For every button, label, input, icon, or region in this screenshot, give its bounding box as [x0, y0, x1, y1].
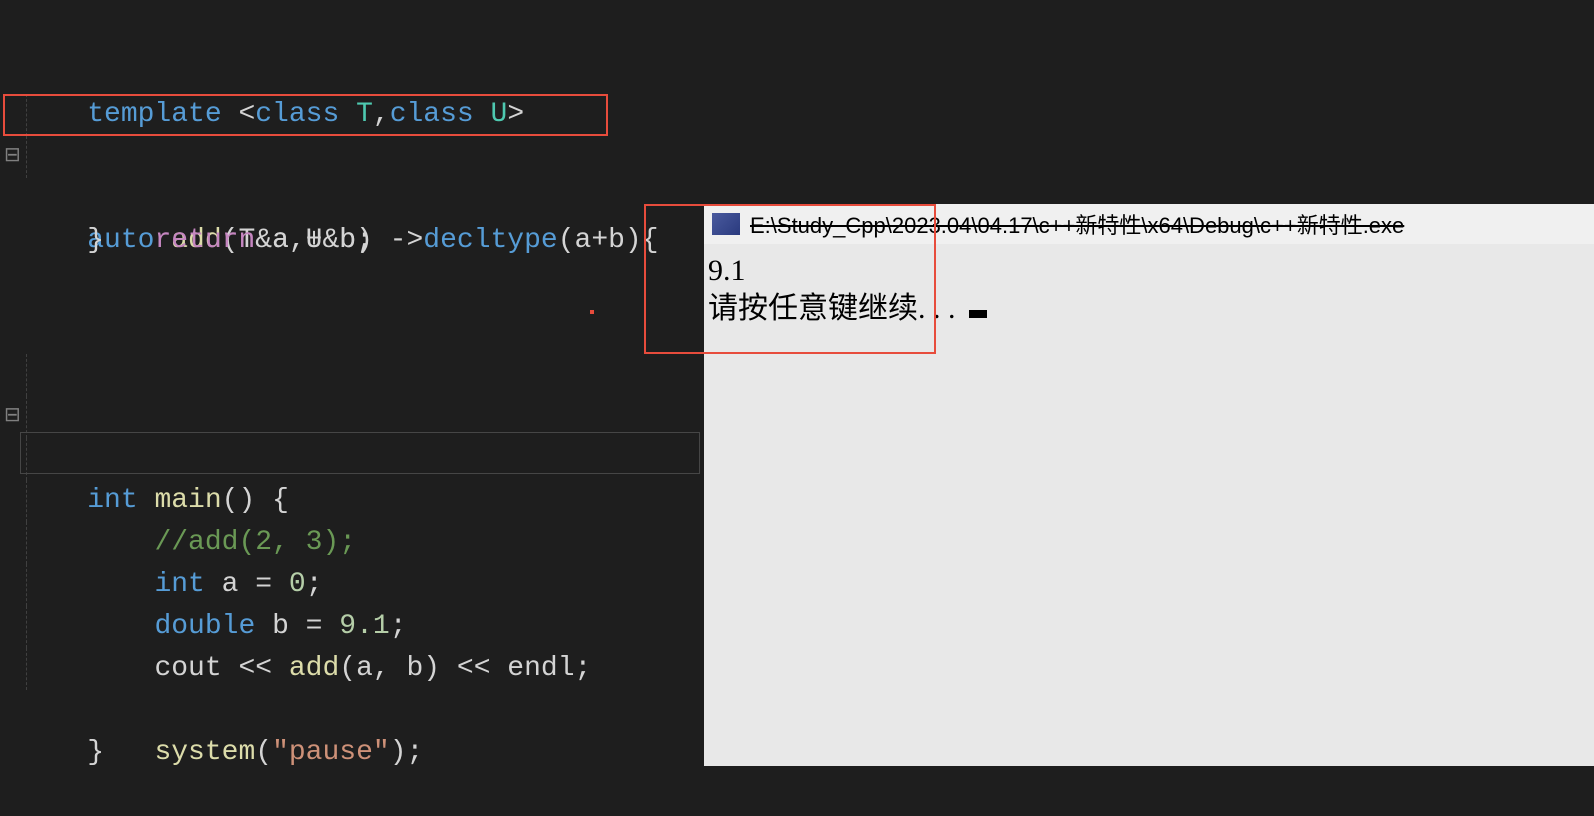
console-cursor [969, 310, 987, 318]
indent-guide [26, 564, 27, 606]
indent-guide [26, 396, 27, 438]
code-line[interactable]: template <class T,class U> [0, 52, 1594, 94]
console-window[interactable]: E:\Study_Cpp\2023.04\04.17\c++新特性\x64\De… [704, 204, 1594, 766]
console-output: 9.1 请按任意键继续. . . [704, 244, 1594, 336]
console-output-line: 9.1 [708, 252, 1590, 290]
function-call: system [154, 737, 255, 768]
code-text: ); [390, 737, 424, 768]
indent-guide [26, 136, 27, 178]
console-titlebar[interactable]: E:\Study_Cpp\2023.04\04.17\c++新特性\x64\De… [704, 204, 1594, 244]
annotation-dot [590, 310, 594, 314]
console-output-line: 请按任意键继续. . . [708, 290, 1590, 328]
paren: ( [255, 737, 272, 768]
indent-guide [26, 480, 27, 522]
indent-guide [26, 354, 27, 396]
indent-guide [26, 522, 27, 564]
console-app-icon [712, 213, 740, 235]
indent-guide [26, 648, 27, 690]
indent-guide [26, 94, 27, 136]
code-line[interactable]: ⊟ auto add(T&a,U&b) ->decltype(a+b){ [0, 94, 1594, 136]
console-title: E:\Study_Cpp\2023.04\04.17\c++新特性\x64\De… [750, 208, 1404, 240]
string: "pause" [272, 737, 390, 768]
indent-guide [26, 438, 27, 480]
code-line[interactable]: return a + b; [0, 136, 1594, 178]
brace: } [87, 737, 104, 768]
code-line [0, 0, 1594, 52]
indent-guide [26, 606, 27, 648]
